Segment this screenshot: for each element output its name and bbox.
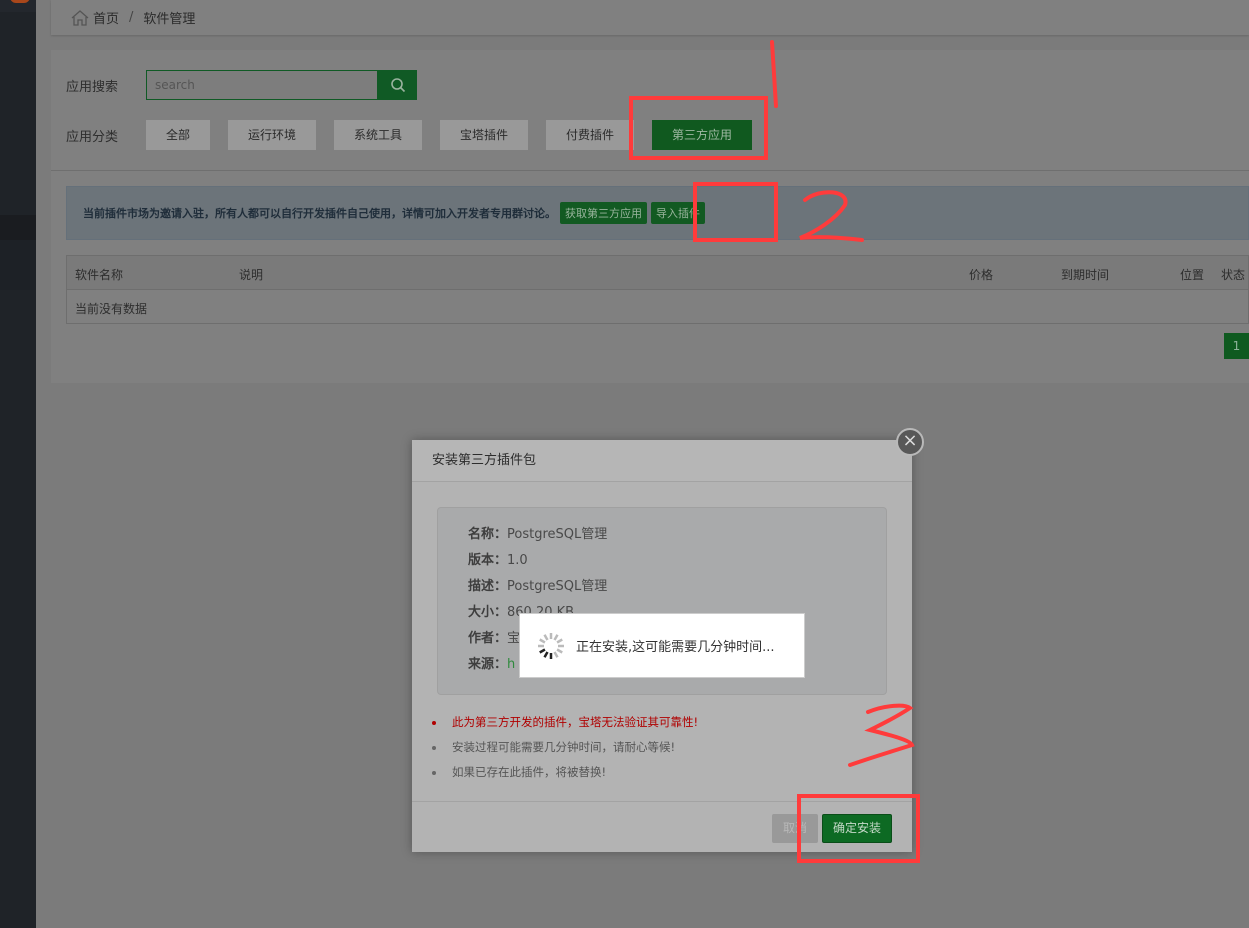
category-row: 应用分类 全部 运行环境 系统工具 宝塔插件 付费插件 第三方应用: [66, 120, 770, 150]
loading-text: 正在安装,这可能需要几分钟时间...: [576, 640, 775, 655]
notice-text: 当前插件市场为邀请入驻，所有人都可以自行开发插件自己使用，详情可加入开发者专用群…: [83, 207, 556, 220]
category-label: 应用分类: [66, 129, 119, 145]
pagination-page[interactable]: 1: [1224, 333, 1249, 359]
info-description: 描述：PostgreSQL管理: [468, 579, 608, 594]
breadcrumb-home[interactable]: 首页: [93, 8, 119, 27]
breadcrumb: 首页 / 软件管理: [51, 0, 1249, 35]
spinner-segment: [539, 647, 546, 654]
home-icon[interactable]: [71, 9, 89, 26]
software-table: 软件名称 说明 价格 到期时间 位置 状态 当前没有数据: [66, 255, 1249, 324]
spinner-segment: [543, 650, 549, 658]
sidebar-item-active[interactable]: [0, 215, 36, 240]
loading-popup: 正在安装,这可能需要几分钟时间...: [519, 613, 805, 678]
close-icon[interactable]: ×: [896, 428, 924, 456]
get-third-party-button[interactable]: 获取第三方应用: [560, 202, 647, 224]
spinner-segment: [556, 637, 563, 644]
col-price: 价格: [969, 268, 994, 282]
search-row: 应用搜索 search: [66, 70, 417, 100]
category-runtime[interactable]: 运行环境: [228, 120, 316, 150]
info-name: 名称：PostgreSQL管理: [468, 527, 608, 542]
breadcrumb-current: 软件管理: [143, 12, 196, 27]
software-panel: 应用搜索 search 应用分类 全部 运行环境 系统工具 宝塔插件 付费插件 …: [51, 50, 1249, 383]
tip-replace: 如果已存在此插件，将被替换!: [430, 760, 698, 785]
category-system-tools[interactable]: 系统工具: [334, 120, 422, 150]
spinner-segment: [556, 647, 563, 654]
sidebar-item[interactable]: [0, 240, 36, 290]
install-tips: 此为第三方开发的插件，宝塔无法验证其可靠性! 安装过程可能需要几分钟时间，请耐心…: [430, 710, 698, 785]
tip-duration: 安装过程可能需要几分钟时间，请耐心等候!: [430, 735, 698, 760]
spinner-segment: [553, 633, 559, 641]
table-header: 软件名称 说明 价格 到期时间 位置 状态: [67, 256, 1248, 290]
info-version: 版本：1.0: [468, 553, 528, 568]
modal-footer: 取消 确定安装: [412, 801, 912, 852]
spinner-segment: [539, 637, 546, 644]
col-position: 位置: [1180, 268, 1205, 282]
cancel-button[interactable]: 取消: [772, 814, 818, 843]
search-button[interactable]: [378, 70, 417, 100]
col-desc: 说明: [239, 268, 264, 282]
search-icon: [390, 78, 405, 93]
search-input[interactable]: search: [146, 70, 378, 100]
import-plugin-button[interactable]: 导入插件: [651, 202, 705, 224]
category-bt-plugins[interactable]: 宝塔插件: [440, 120, 528, 150]
divider: [51, 170, 1249, 171]
category-paid-plugins[interactable]: 付费插件: [546, 120, 634, 150]
search-label: 应用搜索: [66, 79, 119, 95]
sidebar: [0, 0, 36, 928]
spinner-icon: [538, 632, 564, 659]
category-all[interactable]: 全部: [146, 120, 210, 150]
confirm-install-button[interactable]: 确定安装: [822, 814, 892, 843]
table-empty-row: 当前没有数据: [75, 302, 148, 316]
tip-warning: 此为第三方开发的插件，宝塔无法验证其可靠性!: [430, 710, 698, 735]
notice-banner: 当前插件市场为邀请入驻，所有人都可以自行开发插件自己使用，详情可加入开发者专用群…: [66, 186, 1249, 240]
modal-title: 安装第三方插件包: [412, 440, 912, 482]
spinner-segment: [543, 633, 549, 641]
col-name: 软件名称: [75, 268, 124, 282]
category-third-party[interactable]: 第三方应用: [652, 120, 752, 150]
spinner-segment: [553, 650, 559, 658]
col-status: 状态: [1221, 268, 1246, 282]
breadcrumb-separator: /: [129, 10, 134, 25]
col-expiry: 到期时间: [1061, 268, 1110, 282]
